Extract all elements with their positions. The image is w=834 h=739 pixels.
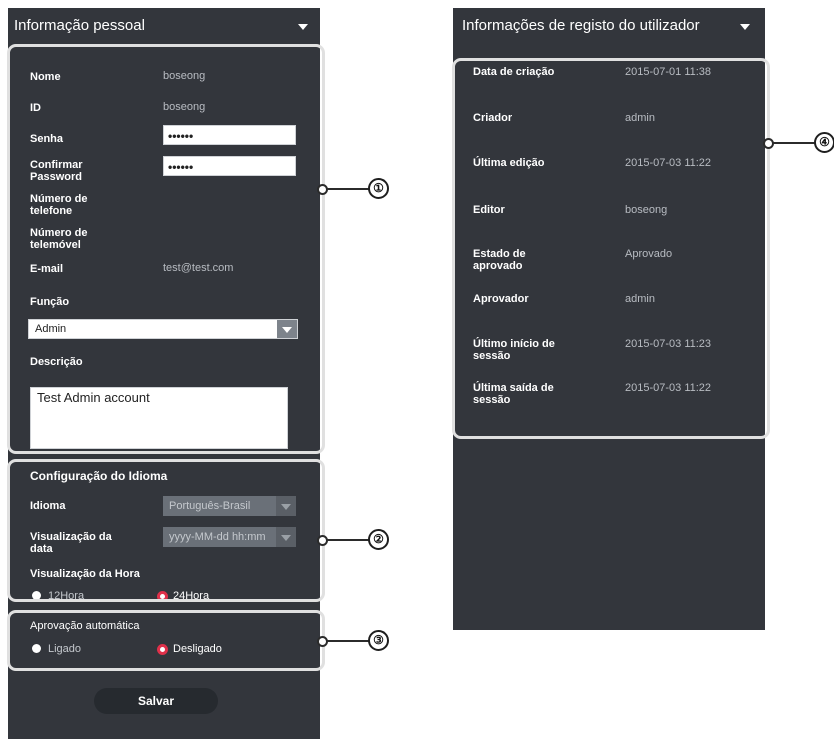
callout-2-badge: ② [368, 529, 389, 550]
callout-4-badge: ④ [814, 132, 834, 153]
save-button[interactable]: Salvar [94, 688, 218, 714]
highlight-box-1 [7, 44, 325, 454]
callout-4-line [772, 142, 816, 144]
personal-info-title: Informação pessoal [14, 17, 145, 34]
callout-2-line [326, 539, 370, 541]
callout-1-badge: ① [368, 178, 389, 199]
collapse-triangle-icon[interactable] [298, 24, 308, 30]
callout-1-line [326, 188, 370, 190]
highlight-box-4 [452, 58, 770, 439]
callout-3-badge: ③ [368, 630, 389, 651]
highlight-box-3 [7, 610, 325, 671]
registration-title: Informações de registo do utilizador [462, 17, 700, 34]
callout-3-line [326, 640, 370, 642]
collapse-triangle-icon[interactable] [740, 24, 750, 30]
highlight-box-2 [7, 459, 325, 602]
